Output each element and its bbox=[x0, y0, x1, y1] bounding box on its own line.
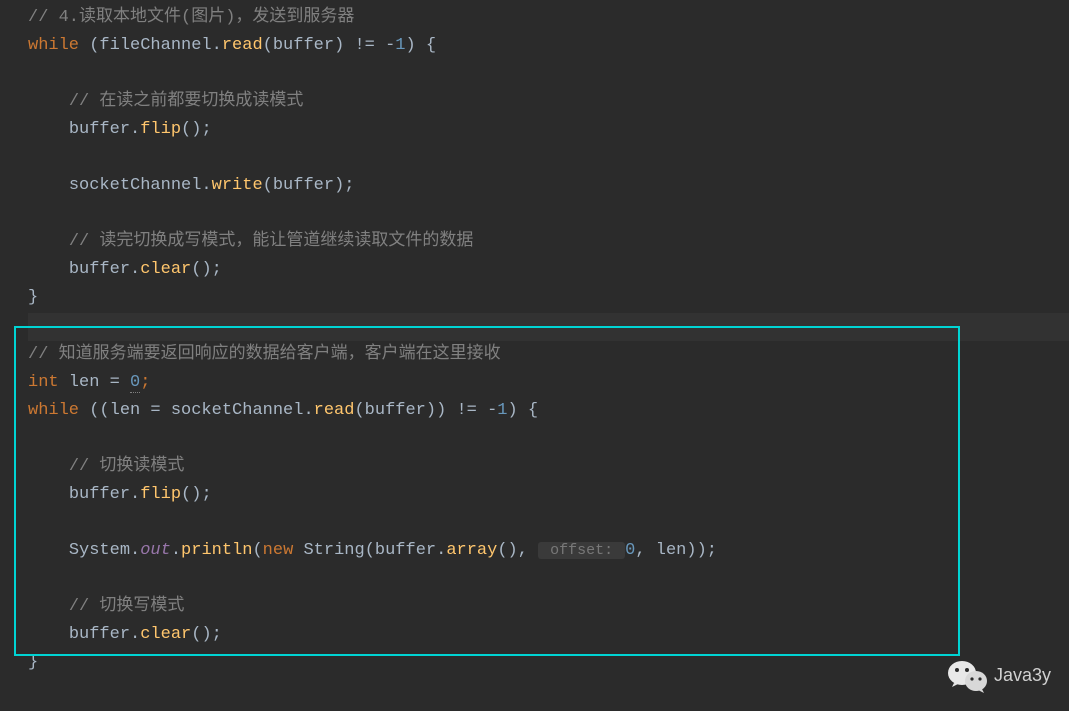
code-line bbox=[28, 509, 1069, 537]
code-line: // 在读之前都要切换成读模式 bbox=[28, 88, 1069, 116]
code-line: // 切换读模式 bbox=[28, 453, 1069, 481]
code-line: } bbox=[28, 284, 1069, 312]
code-line-caret bbox=[28, 313, 1069, 341]
code-line: System.out.println(new String(buffer.arr… bbox=[28, 537, 1069, 565]
code-editor[interactable]: // 4.读取本地文件(图片)，发送到服务器 while (fileChanne… bbox=[0, 0, 1069, 677]
code-line bbox=[28, 425, 1069, 453]
code-line: while ((len = socketChannel.read(buffer)… bbox=[28, 397, 1069, 425]
wechat-icon bbox=[948, 659, 988, 693]
code-line: // 切换写模式 bbox=[28, 593, 1069, 621]
code-line: while (fileChannel.read(buffer) != -1) { bbox=[28, 32, 1069, 60]
comment-text: // 4.读取本地文件(图片)，发送到服务器 bbox=[28, 8, 354, 27]
code-line: socketChannel.write(buffer); bbox=[28, 172, 1069, 200]
code-line: // 4.读取本地文件(图片)，发送到服务器 bbox=[28, 4, 1069, 32]
code-line: // 读完切换成写模式，能让管道继续读取文件的数据 bbox=[28, 228, 1069, 256]
code-line bbox=[28, 60, 1069, 88]
watermark: Java3y bbox=[948, 659, 1051, 693]
code-line: } bbox=[28, 649, 1069, 677]
code-line bbox=[28, 565, 1069, 593]
code-line: buffer.flip(); bbox=[28, 116, 1069, 144]
code-line bbox=[28, 144, 1069, 172]
code-line: buffer.clear(); bbox=[28, 256, 1069, 284]
code-line: buffer.flip(); bbox=[28, 481, 1069, 509]
code-line bbox=[28, 200, 1069, 228]
code-line: int len = 0; bbox=[28, 369, 1069, 397]
code-line: // 知道服务端要返回响应的数据给客户端，客户端在这里接收 bbox=[28, 341, 1069, 369]
watermark-text: Java3y bbox=[994, 661, 1051, 691]
parameter-hint: offset: bbox=[538, 542, 625, 559]
code-line: buffer.clear(); bbox=[28, 621, 1069, 649]
